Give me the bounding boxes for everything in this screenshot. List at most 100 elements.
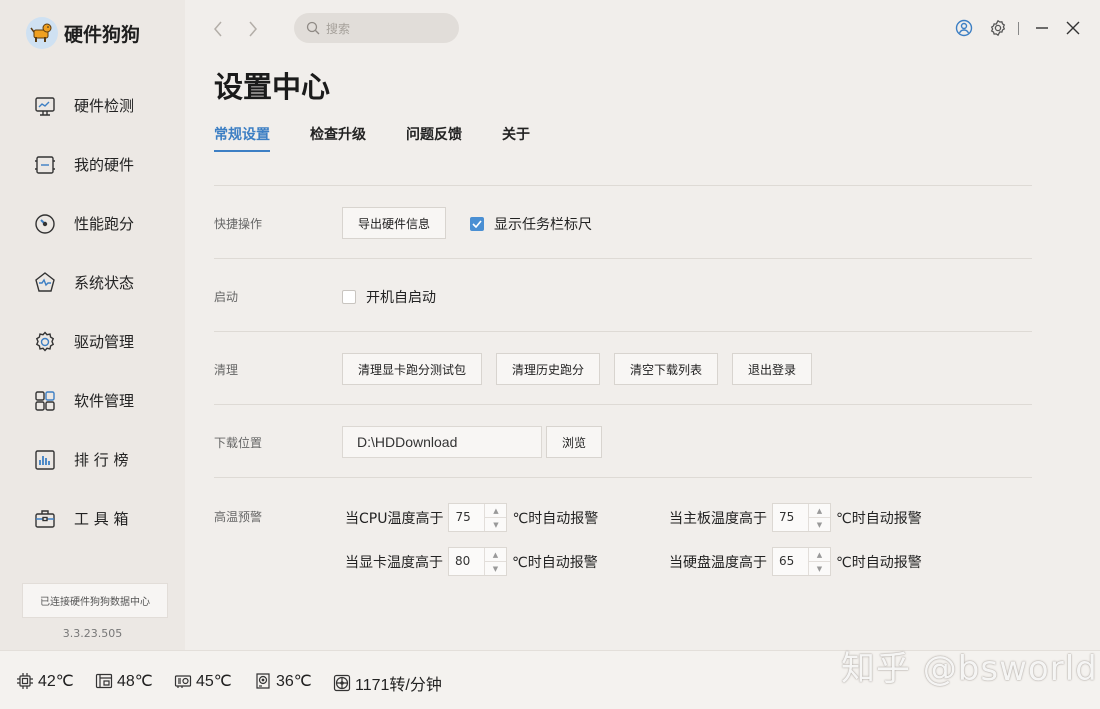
cpu-warn-suffix: ℃时自动报警: [512, 510, 599, 527]
close-icon: [1066, 21, 1080, 35]
search-icon: [306, 21, 320, 35]
spin-up-icon[interactable]: ▲: [809, 504, 830, 518]
tab-feedback[interactable]: 问题反馈: [406, 124, 462, 152]
spin-down-icon[interactable]: ▼: [485, 562, 506, 575]
gpu-warn-suffix: ℃时自动报警: [512, 554, 598, 571]
gear-icon: [35, 330, 55, 352]
gauge-icon: [35, 213, 55, 234]
spin-down-icon[interactable]: ▼: [485, 518, 506, 531]
forward-button[interactable]: [243, 18, 263, 40]
spin-up-icon[interactable]: ▲: [485, 548, 506, 562]
spin-down-icon[interactable]: ▼: [809, 562, 830, 575]
minimize-icon: [1036, 27, 1048, 29]
autostart-label: 开机自启动: [366, 290, 436, 306]
app-logo: 硬件狗狗: [26, 17, 140, 49]
download-path-input[interactable]: [342, 426, 542, 458]
cpu-icon: [17, 673, 33, 689]
sidebar-item-software[interactable]: 软件管理: [0, 371, 185, 430]
pulse-icon: [35, 271, 55, 292]
sidebar-item-label: 系统状态: [74, 274, 135, 292]
sidebar-item-ranking[interactable]: 排 行 榜: [0, 430, 185, 489]
disk-warn-suffix: ℃时自动报警: [836, 554, 922, 571]
gpu-temp-stepper[interactable]: 80 ▲ ▼: [448, 547, 507, 576]
cpu-temp-value[interactable]: 75: [449, 504, 484, 531]
apps-icon: [35, 390, 55, 411]
gpu-temp-warning: 当显卡温度高于 80 ▲ ▼ ℃时自动报警: [345, 547, 598, 576]
user-icon: [955, 19, 973, 37]
gpu-warn-prefix: 当显卡温度高于: [345, 554, 443, 571]
disk-temp-text: 36℃: [276, 673, 312, 690]
disk-temp-warning: 当硬盘温度高于 65 ▲ ▼ ℃时自动报警: [669, 547, 922, 576]
sidebar-item-label: 硬件检测: [74, 97, 135, 115]
disk-warn-prefix: 当硬盘温度高于: [669, 554, 767, 571]
sidebar-item-toolbox[interactable]: 工 具 箱: [0, 489, 185, 548]
divider: [214, 185, 1032, 186]
dog-logo-icon: [26, 17, 58, 49]
sidebar-item-my-hardware[interactable]: 我的硬件: [0, 135, 185, 194]
sidebar-item-hardware-detect[interactable]: 硬件检测: [0, 76, 185, 135]
tab-about[interactable]: 关于: [502, 124, 530, 152]
tab-general[interactable]: 常规设置: [214, 124, 270, 152]
motherboard-icon: [95, 673, 113, 689]
cpu-temp-status: 42℃: [16, 671, 74, 691]
browse-button[interactable]: 浏览: [546, 426, 602, 458]
disk-icon: [256, 673, 270, 689]
sidebar-nav: 硬件检测 我的硬件 性能跑分 系统状态 驱动管理 软件管理 排 行 榜 工 具: [0, 76, 185, 548]
cpu-warn-prefix: 当CPU温度高于: [345, 510, 444, 527]
minimize-button[interactable]: [1032, 18, 1052, 38]
chevron-right-icon: [249, 21, 257, 37]
disk-temp-status: 36℃: [254, 671, 312, 691]
connection-status: 已连接硬件狗狗数据中心: [22, 583, 168, 618]
fan-speed-status: 1171转/分钟: [333, 671, 442, 695]
disk-temp-value[interactable]: 65: [773, 548, 808, 575]
export-hardware-info-button[interactable]: 导出硬件信息: [342, 207, 446, 239]
tab-check-update[interactable]: 检查升级: [310, 124, 366, 152]
sidebar-item-driver[interactable]: 驱动管理: [0, 312, 185, 371]
sidebar-item-benchmark[interactable]: 性能跑分: [0, 194, 185, 253]
autostart-checkbox[interactable]: 开机自启动: [342, 287, 436, 307]
settings-button[interactable]: [988, 18, 1008, 38]
fan-speed-text: 1171转/分钟: [355, 677, 442, 694]
taskbar-ruler-checkbox[interactable]: 显示任务栏标尺: [470, 214, 592, 234]
settings-gear-icon: [990, 19, 1006, 37]
toolbox-icon: [35, 509, 55, 528]
disk-temp-stepper[interactable]: 65 ▲ ▼: [772, 547, 831, 576]
sidebar-item-label: 性能跑分: [74, 215, 135, 233]
board-temp-status: 48℃: [95, 671, 153, 691]
spin-up-icon[interactable]: ▲: [809, 548, 830, 562]
spin-down-icon[interactable]: ▼: [809, 518, 830, 531]
spin-up-icon[interactable]: ▲: [485, 504, 507, 518]
board-temp-warning: 当主板温度高于 75 ▲ ▼ ℃时自动报警: [669, 503, 922, 532]
board-warn-prefix: 当主板温度高于: [669, 510, 767, 527]
toolbar-separator: [1018, 22, 1019, 35]
clean-label: 清理: [214, 363, 239, 377]
monitor-icon: [35, 96, 55, 116]
logout-button[interactable]: 退出登录: [732, 353, 812, 385]
clean-gpu-benchmark-button[interactable]: 清理显卡跑分测试包: [342, 353, 482, 385]
app-version: 3.3.23.505: [62, 627, 123, 640]
sidebar-item-system-status[interactable]: 系统状态: [0, 253, 185, 312]
search-input[interactable]: 搜索: [294, 13, 459, 43]
board-temp-value[interactable]: 75: [773, 504, 808, 531]
user-account-button[interactable]: [954, 18, 974, 38]
sidebar-item-label: 我的硬件: [74, 156, 135, 174]
startup-label: 启动: [214, 290, 239, 304]
back-button[interactable]: [208, 18, 228, 40]
gpu-icon: [174, 675, 192, 688]
clean-history-button[interactable]: 清理历史跑分: [496, 353, 600, 385]
checkbox-checked-icon: [470, 217, 484, 231]
gpu-temp-value[interactable]: 80: [449, 548, 484, 575]
sidebar: 硬件狗狗 硬件检测 我的硬件 性能跑分 系统状态 驱动管理 软件管理 排 行 榜…: [0, 0, 185, 650]
temp-warning-label: 高温预警: [214, 510, 263, 524]
clear-download-list-button[interactable]: 清空下载列表: [614, 353, 718, 385]
cpu-temp-text: 42℃: [38, 673, 74, 690]
board-temp-stepper[interactable]: 75 ▲ ▼: [772, 503, 831, 532]
divider: [214, 404, 1032, 405]
hardware-icon: [35, 155, 55, 174]
gpu-temp-status: 45℃: [174, 671, 232, 691]
cpu-temp-stepper[interactable]: 75 ▲ ▼: [448, 503, 508, 532]
page-title: 设置中心: [214, 70, 331, 104]
download-location-label: 下载位置: [214, 436, 263, 450]
close-button[interactable]: [1063, 18, 1083, 38]
fan-icon: [333, 674, 351, 692]
